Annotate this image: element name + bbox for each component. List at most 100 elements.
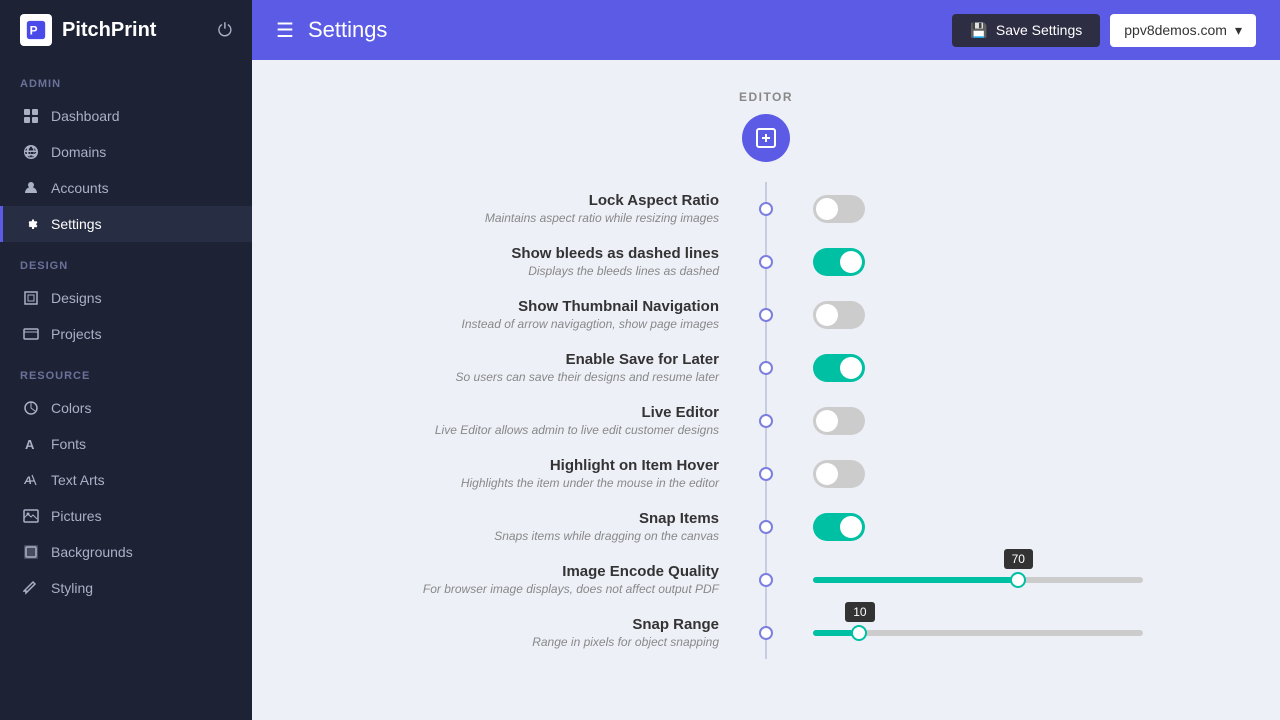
snap-range-tooltip: 10: [845, 602, 874, 622]
sidebar-item-text-arts[interactable]: A Text Arts: [0, 462, 252, 498]
toggle-live-editor[interactable]: [813, 407, 865, 435]
backgrounds-icon: [23, 544, 39, 560]
sidebar-item-pictures[interactable]: Pictures: [0, 498, 252, 534]
setting-control-5: [773, 460, 1220, 488]
setting-show-bleeds: Show bleeds as dashed lines Displays the…: [312, 235, 1220, 288]
setting-live-editor: Live Editor Live Editor allows admin to …: [312, 394, 1220, 447]
sidebar-item-dashboard[interactable]: Dashboard: [0, 98, 252, 134]
toggle-highlight-hover[interactable]: [813, 460, 865, 488]
setting-control-6: [773, 513, 1220, 541]
sidebar: P PitchPrint ⏻ ADMIN Dashboard Domains A…: [0, 0, 252, 720]
sidebar-item-colors-label: Colors: [51, 400, 91, 416]
setting-control-3: [773, 354, 1220, 382]
content-area: EDITOR Lock Aspect Ratio Maintains aspec…: [252, 60, 1280, 720]
setting-dot-2: [759, 308, 773, 322]
settings-list: Lock Aspect Ratio Maintains aspect ratio…: [312, 182, 1220, 659]
app-name: PitchPrint: [62, 19, 156, 42]
sidebar-item-fonts-label: Fonts: [51, 436, 86, 452]
save-icon: 💾: [970, 22, 987, 39]
snap-range-track: [813, 630, 1143, 636]
text-arts-icon: A: [23, 472, 39, 488]
sidebar-item-settings-label: Settings: [51, 216, 102, 232]
sidebar-item-designs-label: Designs: [51, 290, 102, 306]
image-quality-tooltip: 70: [1004, 549, 1033, 569]
svg-text:P: P: [30, 24, 38, 38]
styling-icon: [23, 580, 39, 596]
setting-dot-3: [759, 361, 773, 375]
logo-icon: P: [20, 14, 52, 46]
design-section-label: DESIGN: [0, 242, 252, 280]
image-quality-fill: [813, 577, 1018, 583]
pictures-icon: [23, 508, 39, 524]
editor-icon: [754, 126, 778, 150]
accounts-icon: [23, 180, 39, 196]
setting-label-highlight-hover: Highlight on Item Hover Highlights the i…: [312, 457, 759, 490]
admin-section-label: ADMIN: [0, 60, 252, 98]
setting-snap-range: Snap Range Range in pixels for object sn…: [312, 606, 1220, 659]
setting-dot-8: [759, 626, 773, 640]
sidebar-item-colors[interactable]: Colors: [0, 390, 252, 426]
setting-highlight-hover: Highlight on Item Hover Highlights the i…: [312, 447, 1220, 500]
sidebar-item-pictures-label: Pictures: [51, 508, 102, 524]
header-actions: 💾 Save Settings ppv8demos.com ▾: [952, 14, 1256, 47]
setting-label-lock-aspect-ratio: Lock Aspect Ratio Maintains aspect ratio…: [312, 192, 759, 225]
main-content: ☰ Settings 💾 Save Settings ppv8demos.com…: [252, 0, 1280, 720]
editor-section-header: EDITOR: [312, 90, 1220, 162]
domains-icon: [23, 144, 39, 160]
setting-lock-aspect-ratio: Lock Aspect Ratio Maintains aspect ratio…: [312, 182, 1220, 235]
setting-label-save-later: Enable Save for Later So users can save …: [312, 351, 759, 384]
sidebar-logo: P PitchPrint ⏻: [0, 0, 252, 60]
setting-control-0: [773, 195, 1220, 223]
toggle-thumbnail-nav[interactable]: [813, 301, 865, 329]
sidebar-item-settings[interactable]: Settings: [0, 206, 252, 242]
setting-image-encode-quality: Image Encode Quality For browser image d…: [312, 553, 1220, 606]
setting-control-4: [773, 407, 1220, 435]
settings-header-icon: ☰: [276, 18, 294, 43]
sidebar-item-styling-label: Styling: [51, 580, 93, 596]
domain-selector[interactable]: ppv8demos.com ▾: [1110, 14, 1256, 47]
setting-label-snap-range: Snap Range Range in pixels for object sn…: [312, 616, 759, 649]
setting-label-snap-items: Snap Items Snaps items while dragging on…: [312, 510, 759, 543]
snap-range-thumb[interactable]: [851, 625, 867, 641]
setting-control-7: 70: [773, 577, 1220, 583]
editor-section-label: EDITOR: [739, 90, 793, 104]
save-label: Save Settings: [996, 22, 1082, 38]
setting-label-image-encode-quality: Image Encode Quality For browser image d…: [312, 563, 759, 596]
resource-section-label: RESOURCE: [0, 352, 252, 390]
header: ☰ Settings 💾 Save Settings ppv8demos.com…: [252, 0, 1280, 60]
sidebar-item-domains[interactable]: Domains: [0, 134, 252, 170]
save-settings-button[interactable]: 💾 Save Settings: [952, 14, 1100, 47]
image-quality-slider-container: 70: [813, 577, 1143, 583]
toggle-snap-items[interactable]: [813, 513, 865, 541]
sidebar-item-backgrounds-label: Backgrounds: [51, 544, 133, 560]
sidebar-item-projects[interactable]: Projects: [0, 316, 252, 352]
sidebar-item-projects-label: Projects: [51, 326, 102, 342]
dashboard-icon: [23, 108, 39, 124]
sidebar-item-domains-label: Domains: [51, 144, 106, 160]
sidebar-item-backgrounds[interactable]: Backgrounds: [0, 534, 252, 570]
sidebar-item-text-arts-label: Text Arts: [51, 472, 105, 488]
setting-label-live-editor: Live Editor Live Editor allows admin to …: [312, 404, 759, 437]
setting-dot-1: [759, 255, 773, 269]
domain-value: ppv8demos.com: [1124, 22, 1227, 38]
sidebar-item-accounts-label: Accounts: [51, 180, 109, 196]
setting-dot-4: [759, 414, 773, 428]
toggle-show-bleeds[interactable]: [813, 248, 865, 276]
setting-save-later: Enable Save for Later So users can save …: [312, 341, 1220, 394]
sidebar-item-designs[interactable]: Designs: [0, 280, 252, 316]
sidebar-item-styling[interactable]: Styling: [0, 570, 252, 606]
power-icon[interactable]: ⏻: [218, 20, 232, 41]
setting-snap-items: Snap Items Snaps items while dragging on…: [312, 500, 1220, 553]
designs-icon: [23, 290, 39, 306]
header-title: Settings: [308, 17, 388, 43]
snap-range-slider-container: 10: [813, 630, 1143, 636]
toggle-lock-aspect-ratio[interactable]: [813, 195, 865, 223]
setting-label-thumbnail-nav: Show Thumbnail Navigation Instead of arr…: [312, 298, 759, 331]
setting-dot-5: [759, 467, 773, 481]
setting-control-8: 10: [773, 630, 1220, 636]
toggle-save-later[interactable]: [813, 354, 865, 382]
sidebar-item-accounts[interactable]: Accounts: [0, 170, 252, 206]
image-quality-thumb[interactable]: [1010, 572, 1026, 588]
sidebar-item-fonts[interactable]: A Fonts: [0, 426, 252, 462]
chevron-down-icon: ▾: [1235, 22, 1242, 39]
